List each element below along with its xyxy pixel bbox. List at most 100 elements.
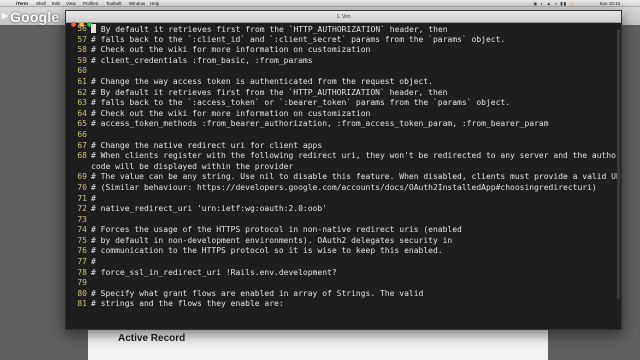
code-line[interactable]: 64 # Check out the wiki for more informat… (69, 109, 617, 120)
code-line[interactable]: 58 # Check out the wiki for more informat… (69, 45, 617, 56)
code-line[interactable]: 72 # native_redirect_uri 'urn:ietf:wg:oau… (69, 204, 617, 215)
code-text: # client_credentials :from_basic, :from_… (91, 55, 313, 65)
code-text: # native_redirect_uri 'urn:ietf:wg:oauth… (91, 204, 328, 214)
page-heading: Active Record (118, 333, 186, 344)
code-line[interactable]: 62 # By default it retrieves first from t… (69, 88, 617, 99)
line-number: 81 (77, 299, 87, 309)
line-number: 66 (77, 129, 87, 139)
line-number (69, 162, 87, 173)
line-number: 80 (77, 288, 87, 298)
code-text: # The value can be any string. Use nil t… (91, 172, 617, 182)
code-line[interactable]: 71 # (69, 194, 617, 205)
line-number: 67 (77, 140, 87, 150)
code-text: # strings and the flows they enable are: (91, 299, 284, 309)
line-number: 70 (77, 182, 87, 192)
google-logo-text: Google (10, 9, 60, 25)
line-number: 76 (77, 246, 87, 256)
code-text: # Check out the wiki for more informatio… (91, 108, 371, 118)
code-text: By default it retrieves first from the `… (91, 24, 617, 35)
code-text: # falls back to the `:access_token` or `… (91, 98, 511, 108)
code-line[interactable]: 67 # Change the native redirect uri for c… (69, 141, 617, 152)
line-number: 57 (77, 34, 87, 44)
code-text: # force_ssl_in_redirect_uri !Rails.env.d… (91, 267, 337, 277)
line-number: 71 (77, 193, 87, 203)
line-number: 69 (77, 172, 87, 182)
line-number: 61 (77, 76, 87, 86)
line-number: 68 (77, 151, 87, 161)
code-text: # Change the native redirect uri for cli… (91, 140, 323, 150)
app-menu[interactable]: iTerm (16, 0, 28, 7)
line-number: 77 (77, 257, 87, 267)
code-text: # (91, 257, 96, 267)
code-line[interactable]: 65 # access_token_methods :from_bearer_au… (69, 119, 617, 130)
code-text: # Forces the usage of the HTTPS protocol… (91, 225, 462, 235)
code-line[interactable]: 79 (69, 278, 617, 289)
line-number: 65 (77, 119, 87, 129)
code-line[interactable]: code will be displayed within the provid… (69, 162, 617, 173)
code-line[interactable]: 66 (69, 130, 617, 141)
menu-item-help[interactable]: Help (150, 0, 159, 7)
code-text: # Check out the wiki for more informatio… (91, 45, 371, 55)
line-number: 63 (77, 98, 87, 108)
code-text: code will be displayed within the provid… (91, 161, 294, 171)
line-number: 64 (77, 108, 87, 118)
terminal-scrollbar[interactable] (617, 29, 620, 299)
code-line[interactable]: 60 (69, 66, 617, 77)
line-number: 60 (77, 66, 87, 76)
code-text-rest: By default it retrieves first from the `… (96, 25, 448, 34)
code-line[interactable]: 61 # Change the way access token is authe… (69, 77, 617, 88)
menu-bar: iTerm Shell Edit View Profiles Toolbelt … (0, 0, 640, 7)
code-line[interactable]: 81 # strings and the flows they enable ar… (69, 299, 617, 310)
code-text: # Specify what grant flows are enabled i… (91, 288, 424, 298)
code-line[interactable]: 63 # falls back to the `:access_token` or… (69, 98, 617, 109)
code-line[interactable]: 59 # client_credentials :from_basic, :fro… (69, 56, 617, 67)
code-line[interactable]: 77 # (69, 257, 617, 268)
code-line[interactable]: 69 # The value can be any string. Use nil… (69, 172, 617, 183)
code-text: # When clients register with the followi… (91, 151, 617, 161)
line-number: 59 (77, 55, 87, 65)
code-text: # Change the way access token is authent… (91, 76, 433, 86)
line-number: 62 (77, 87, 87, 97)
line-number: 58 (77, 45, 87, 55)
code-line[interactable]: 75 # by default in non-development enviro… (69, 236, 617, 247)
code-line[interactable]: 78 # force_ssl_in_redirect_uri !Rails.env… (69, 268, 617, 279)
terminal-titlebar[interactable]: 1. Vim (66, 11, 621, 27)
line-number: 72 (77, 204, 87, 214)
menu-item-toolbelt[interactable]: Toolbelt (106, 0, 122, 7)
menu-item-window[interactable]: Window (129, 0, 145, 7)
code-text: # (91, 193, 96, 203)
menu-item-view[interactable]: View (66, 0, 76, 7)
line-number: 78 (77, 267, 87, 277)
code-line[interactable]: 56 By default it retrieves first from th… (69, 24, 617, 35)
menu-item-edit[interactable]: Edit (52, 0, 60, 7)
line-number: 56 (77, 24, 87, 33)
google-logo: Google (2, 9, 60, 25)
code-text: # By default it retrieves first from the… (91, 87, 448, 97)
code-line[interactable]: 80 # Specify what grant flows are enabled… (69, 289, 617, 300)
code-line[interactable]: 76 # communication to the HTTPS protocol … (69, 246, 617, 257)
code-line[interactable]: 57 # falls back to the `:client_id` and `… (69, 35, 617, 46)
vim-editor[interactable]: 56 By default it retrieves first from th… (66, 24, 621, 330)
line-number: 75 (77, 235, 87, 245)
menu-clock[interactable]: Sun 10:13 (599, 0, 620, 7)
code-text: # (Similar behaviour: https://developers… (91, 182, 597, 192)
menu-item-shell[interactable]: Shell (36, 0, 46, 7)
terminal-title: 1. Vim (336, 14, 351, 20)
play-icon (2, 13, 8, 19)
menu-item-profiles[interactable]: Profiles (83, 0, 98, 7)
code-text: # access_token_methods :from_bearer_auth… (91, 119, 549, 129)
code-line[interactable]: 74 # Forces the usage of the HTTPS protoc… (69, 225, 617, 236)
status-icons[interactable]: ◉ ◐ ▲ ◑ ▮▮ ⚡ (533, 0, 576, 7)
code-text: # falls back to the `:client_id` and `:c… (91, 34, 506, 44)
line-number: 79 (77, 278, 87, 288)
code-line[interactable]: 70 # (Similar behaviour: https://develope… (69, 183, 617, 194)
code-line[interactable]: 73 (69, 215, 617, 226)
code-text: # by default in non-development environm… (91, 235, 453, 245)
code-text: # communication to the HTTPS protocol so… (91, 246, 443, 256)
terminal-window[interactable]: 1. Vim 56 By default it retrieves first … (65, 10, 622, 330)
code-line[interactable]: 68 # When clients register with the follo… (69, 151, 617, 162)
